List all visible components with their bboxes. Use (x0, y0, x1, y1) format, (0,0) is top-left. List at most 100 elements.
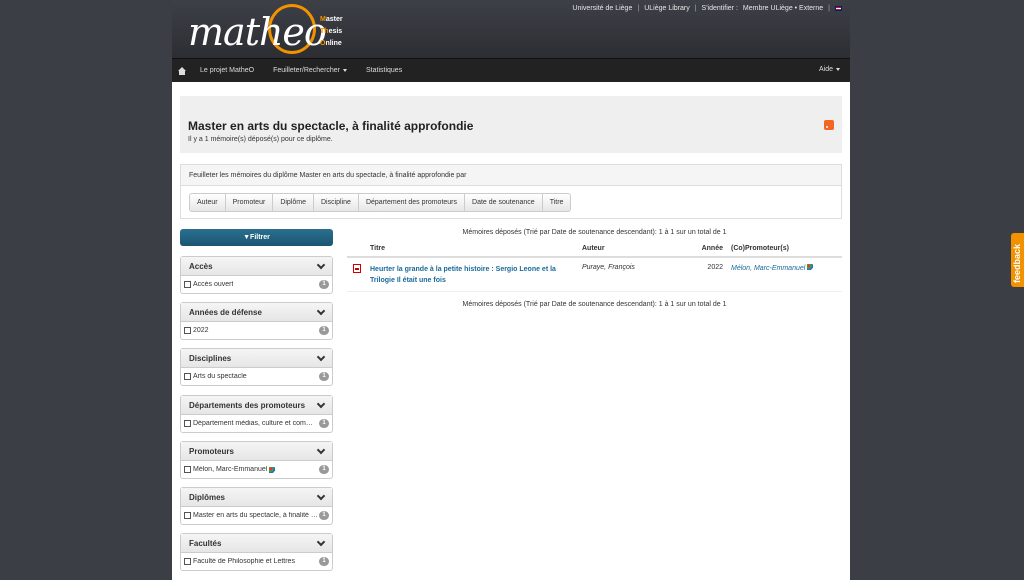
results-panel: Mémoires déposés (Trié par Date de soute… (347, 226, 842, 308)
facet-facultes: Facultés Faculté de Philosophie et Lettr… (180, 533, 333, 571)
browse-panel: Feuilleter les mémoires du diplôme Maste… (180, 164, 842, 219)
facet-item-label: Mélon, Marc-Emmanuel (193, 466, 268, 473)
filter-button[interactable]: ▼Filtrer (180, 229, 333, 246)
promoter-cell: Mélon, Marc-Emmanuel (731, 264, 842, 291)
english-flag-icon[interactable] (835, 6, 842, 11)
checkbox[interactable] (184, 327, 191, 334)
browse-title-button[interactable]: Titre (541, 193, 572, 212)
count-badge: 1 (319, 557, 329, 566)
column-header-author[interactable]: Auteur (582, 245, 682, 252)
facet-item-label: Arts du spectacle (193, 373, 247, 380)
facet-item[interactable]: Faculté de Philosophie et Lettres 1 (181, 553, 332, 570)
logo-sub-rest: aster (325, 16, 343, 23)
facet-header[interactable]: Disciplines (181, 349, 332, 368)
orbi-profile-icon[interactable] (807, 264, 814, 270)
facet-header[interactable]: Années de défense (181, 303, 332, 322)
facet-departements: Départements des promoteurs Département … (180, 395, 333, 433)
facet-disciplines: Disciplines Arts du spectacle 1 (180, 348, 333, 386)
nav-projet-matheo[interactable]: Le projet MatheO (200, 67, 254, 74)
column-header-year[interactable]: Année (682, 245, 731, 252)
link-uliege[interactable]: Université de Liège (572, 5, 632, 12)
browse-heading: Feuilleter les mémoires du diplôme Maste… (181, 165, 841, 186)
count-badge: 1 (319, 465, 329, 474)
home-icon[interactable] (178, 66, 186, 75)
chevron-down-icon (316, 537, 326, 547)
facet-item-label: 2022 (193, 327, 209, 334)
year-cell: 2022 (707, 264, 723, 271)
login-link[interactable]: Membre ULiège • Externe (743, 5, 823, 12)
checkbox[interactable] (184, 558, 191, 565)
thesis-title-link[interactable]: Heurter la grande à la petite histoire :… (370, 266, 556, 284)
checkbox[interactable] (184, 466, 191, 473)
chevron-down-icon (316, 445, 326, 455)
nav-aide-dropdown[interactable]: Aide (819, 66, 840, 73)
caret-down-icon (836, 67, 840, 71)
logo-sub-rest: esis (328, 28, 343, 35)
facet-header[interactable]: Diplômes (181, 488, 332, 507)
nav-feuilleter-label: Feuilleter/Rechercher (273, 67, 341, 74)
facet-item[interactable]: 2022 1 (181, 322, 332, 339)
browse-department-button[interactable]: Département des promoteurs (357, 193, 466, 212)
facet-item[interactable]: Arts du spectacle 1 (181, 368, 332, 385)
feedback-tab[interactable]: feedback (1011, 233, 1024, 287)
checkbox[interactable] (184, 420, 191, 427)
count-badge: 1 (319, 419, 329, 428)
promoter-link[interactable]: Mélon, Marc-Emmanuel (731, 265, 805, 272)
rss-icon[interactable] (824, 120, 834, 130)
browse-button-group: Auteur Promoteur Diplôme Discipline Dépa… (189, 193, 572, 212)
logo-sub-rest: nline (325, 40, 342, 47)
login-label: S'identifier : (701, 5, 738, 12)
column-header-title[interactable]: Titre (370, 245, 582, 252)
facet-item-label: Département médias, culture et communica… (193, 420, 318, 427)
results-table-header: Titre Auteur Année (Co)Promoteur(s) (347, 240, 842, 258)
title-cell: Heurter la grande à la petite histoire :… (370, 264, 582, 291)
browse-promoter-button[interactable]: Promoteur (224, 193, 274, 212)
table-row: Heurter la grande à la petite histoire :… (347, 258, 842, 292)
title-box: Master en arts du spectacle, à finalité … (180, 96, 842, 153)
facet-title: Promoteurs (189, 447, 234, 456)
pdf-icon[interactable] (353, 264, 361, 273)
checkbox[interactable] (184, 373, 191, 380)
link-uliege-library[interactable]: ULiège Library (644, 5, 690, 12)
facet-header[interactable]: Accès (181, 257, 332, 276)
nav-statistiques[interactable]: Statistiques (366, 67, 402, 74)
funnel-icon: ▼ (243, 234, 251, 241)
browse-author-button[interactable]: Auteur (189, 193, 226, 212)
logo-subtitle: Master Thesis Online (320, 14, 343, 50)
facet-header[interactable]: Facultés (181, 534, 332, 553)
facet-promoteurs: Promoteurs Mélon, Marc-Emmanuel 1 (180, 441, 333, 479)
logo-text: matheo (188, 10, 327, 54)
browse-discipline-button[interactable]: Discipline (313, 193, 359, 212)
facet-diplomes: Diplômes Master en arts du spectacle, à … (180, 487, 333, 525)
count-badge: 1 (319, 280, 329, 289)
filter-label: Filtrer (250, 234, 270, 241)
column-header-promoter[interactable]: (Co)Promoteur(s) (731, 245, 842, 252)
matheo-logo[interactable]: matheo Master Thesis Online (186, 2, 356, 56)
pdf-cell (347, 264, 370, 291)
navbar: Le projet MatheO Feuilleter/Rechercher S… (172, 58, 850, 82)
browse-diploma-button[interactable]: Diplôme (272, 193, 314, 212)
facet-title: Années de défense (189, 308, 262, 317)
facet-item[interactable]: Accès ouvert 1 (181, 276, 332, 293)
header: matheo Master Thesis Online Université d… (172, 0, 850, 58)
checkbox[interactable] (184, 281, 191, 288)
count-badge: 1 (319, 511, 329, 520)
facet-item[interactable]: Master en arts du spectacle, à finalité … (181, 507, 332, 524)
facet-header[interactable]: Départements des promoteurs (181, 396, 332, 415)
facet-annees: Années de défense 2022 1 (180, 302, 333, 340)
facet-title: Disciplines (189, 354, 232, 363)
feedback-label: feedback (1012, 243, 1022, 283)
page-title: Master en arts du spectacle, à finalité … (188, 119, 474, 133)
page: matheo Master Thesis Online Université d… (172, 0, 850, 580)
nav-feuilleter-dropdown[interactable]: Feuilleter/Rechercher (273, 67, 348, 74)
facet-item[interactable]: Département médias, culture et communica… (181, 415, 332, 432)
facet-title: Facultés (189, 539, 222, 548)
chevron-down-icon (316, 352, 326, 362)
checkbox[interactable] (184, 512, 191, 519)
facet-item-label: Faculté de Philosophie et Lettres (193, 558, 295, 565)
facet-acces: Accès Accès ouvert 1 (180, 256, 333, 294)
facet-header[interactable]: Promoteurs (181, 442, 332, 461)
facet-title: Accès (189, 262, 213, 271)
facet-item[interactable]: Mélon, Marc-Emmanuel 1 (181, 461, 332, 478)
browse-date-button[interactable]: Date de soutenance (464, 193, 543, 212)
